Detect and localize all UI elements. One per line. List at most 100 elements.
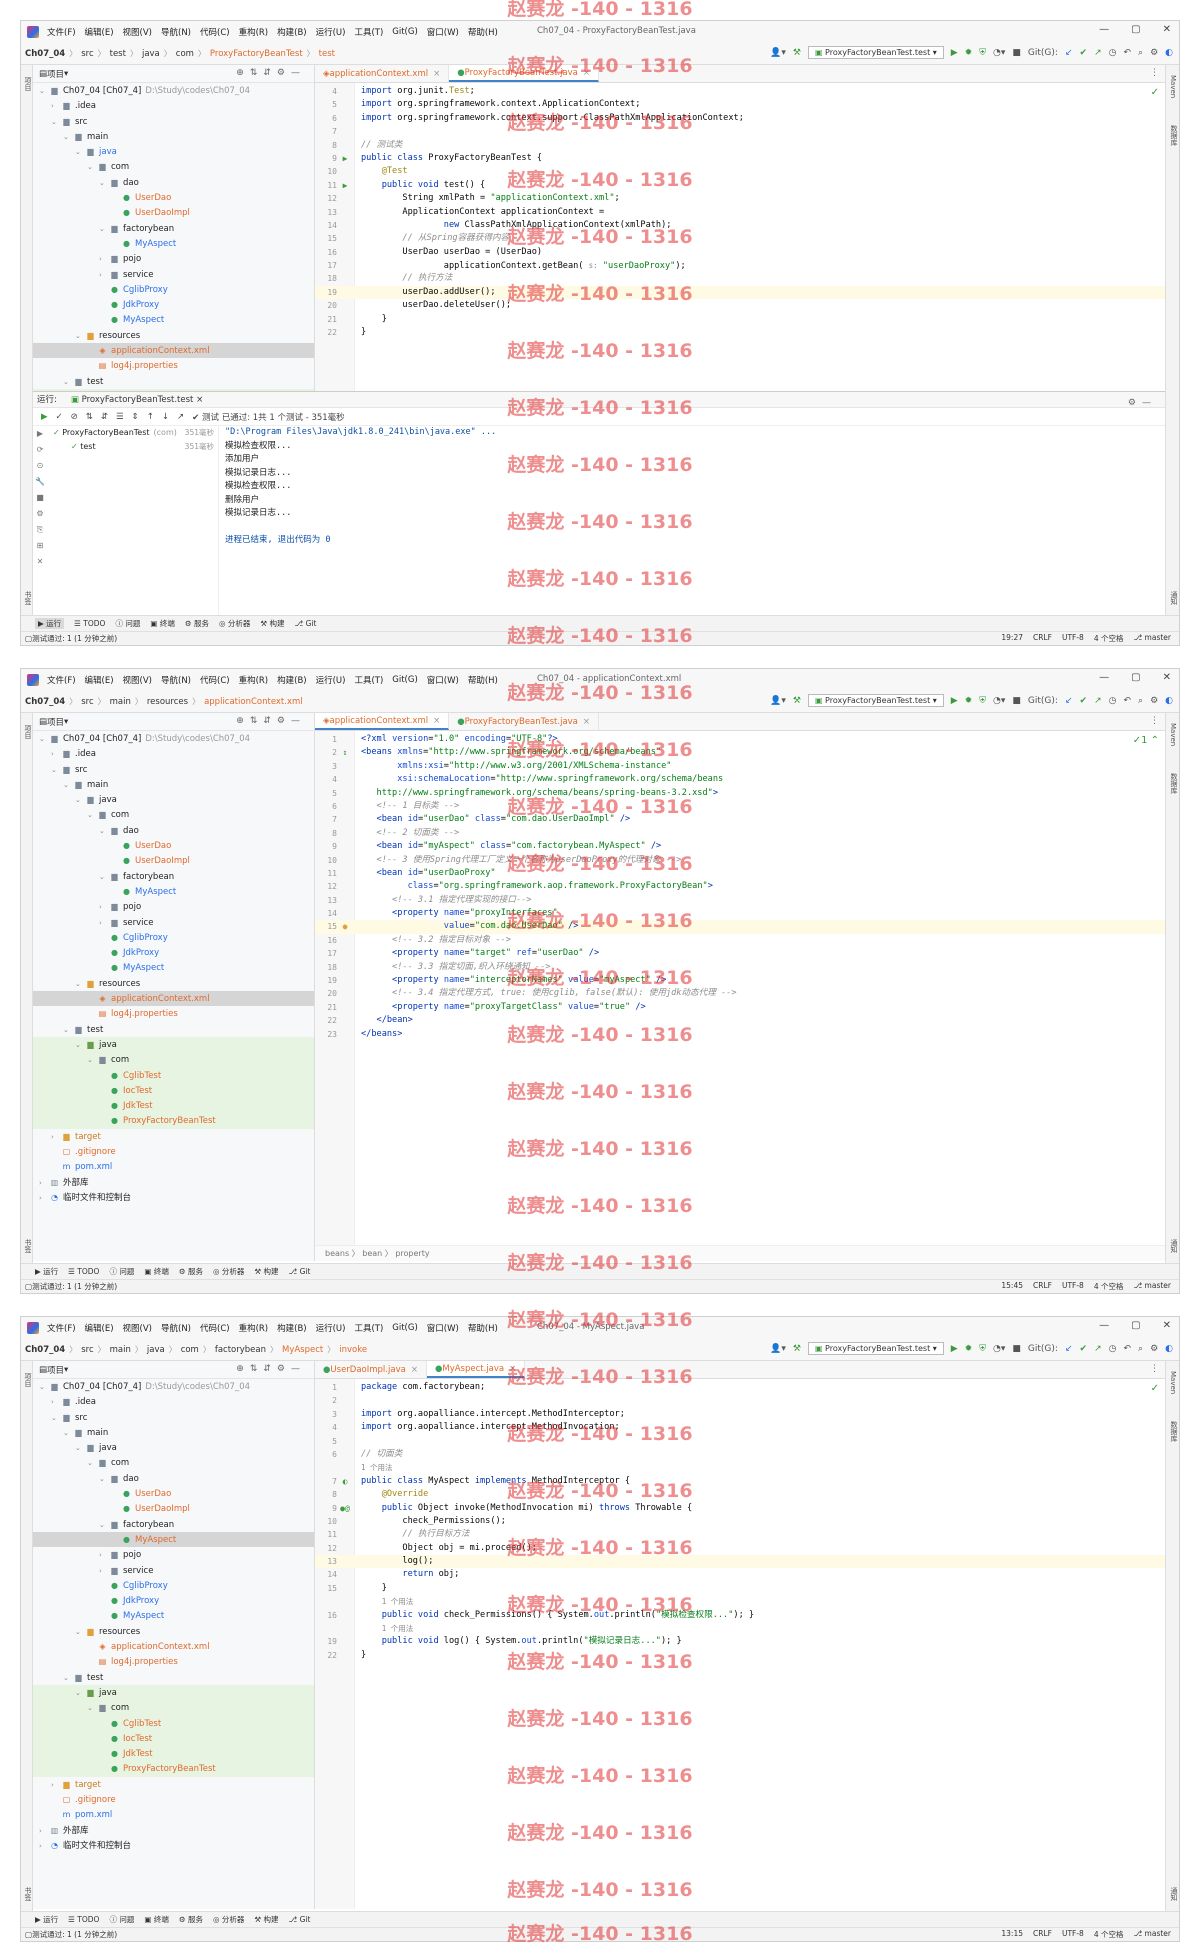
coverage-icon[interactable]: ⛨ — [979, 1344, 986, 1354]
rerun-failed-icon[interactable]: ▶ — [33, 426, 47, 442]
breadcrumb-item[interactable]: Ch07_04 — [25, 49, 65, 59]
code-line[interactable]: 3 import org.aopalliance.intercept.Method… — [315, 1408, 1165, 1421]
settings-icon[interactable]: ⚙ — [33, 506, 47, 522]
gutter-run-icon[interactable]: ↕ — [337, 746, 353, 759]
project-tool-tab[interactable]: 项目 — [23, 1373, 33, 1387]
code-line[interactable]: 15 ● value="com.dao.UserDao" /> — [315, 920, 1165, 934]
test-result-row[interactable]: ✓ test 351毫秒 — [49, 440, 218, 454]
tree-item[interactable]: › ▥ 外部库 — [33, 1823, 314, 1838]
tree-item[interactable]: › ▆ .idea — [33, 1394, 314, 1409]
code-line[interactable]: 15 } — [315, 1582, 1165, 1595]
breadcrumb-item[interactable]: src — [81, 697, 93, 707]
expanded-arrow-icon[interactable]: ⌄ — [87, 160, 97, 175]
expanded-arrow-icon[interactable]: ⌄ — [75, 1625, 85, 1640]
line-separator[interactable]: CRLF — [1033, 1281, 1052, 1292]
expanded-arrow-icon[interactable]: ⌄ — [99, 222, 109, 237]
tree-item[interactable]: ⌄ ▆ com — [33, 1700, 314, 1716]
expanded-arrow-icon[interactable]: ⌄ — [99, 176, 109, 191]
code-line[interactable]: 14 new ClassPathXmlApplicationContext(xm… — [315, 219, 1165, 232]
code-line[interactable]: 13 log(); — [315, 1555, 1165, 1569]
breadcrumb-item[interactable]: test — [319, 49, 335, 59]
menu-item-11[interactable]: 帮助(H) — [468, 1322, 498, 1334]
close-icon[interactable]: ✕ — [1163, 1320, 1171, 1331]
run-icon[interactable]: ▶ — [951, 48, 958, 58]
minimize-icon[interactable]: — — [1099, 24, 1109, 35]
menu-item-2[interactable]: 视图(V) — [123, 1322, 152, 1334]
menu-item-9[interactable]: Git(G) — [392, 675, 418, 685]
collapsed-arrow-icon[interactable]: › — [51, 747, 61, 762]
code-line[interactable]: 5 http://www.springframework.org/schema/… — [315, 787, 1165, 800]
tree-item[interactable]: ⌄ ▆ src — [33, 114, 314, 129]
code-line[interactable]: 13 <!-- 3.1 指定代理实现的接口--> — [315, 894, 1165, 907]
menu-item-7[interactable]: 运行(U) — [316, 26, 346, 38]
maven-tool-tab[interactable]: Maven — [1169, 723, 1177, 746]
tree-item[interactable]: ⌄ ▆ dao — [33, 1471, 314, 1486]
tree-item[interactable]: ● UserDaoImpl — [33, 853, 314, 868]
tree-item[interactable]: › ▆ .idea — [33, 746, 314, 761]
tree-item[interactable]: ● UserDao — [33, 838, 314, 853]
view-dropdown-icon[interactable]: ▾ — [64, 717, 68, 727]
menu-item-3[interactable]: 导航(N) — [161, 674, 191, 686]
menu-item-4[interactable]: 代码(C) — [200, 674, 230, 686]
code-line[interactable]: 6 // 切面类 — [315, 1448, 1165, 1461]
code-line[interactable]: 5 import org.springframework.context.Appl… — [315, 98, 1165, 111]
collapsed-arrow-icon[interactable]: › — [39, 1824, 49, 1839]
code-line[interactable]: 17 applicationContext.getBean( s: "userD… — [315, 259, 1165, 272]
expanded-arrow-icon[interactable]: ⌄ — [63, 778, 73, 793]
copy-icon[interactable]: ⎘ — [33, 522, 47, 538]
git-branch[interactable]: ⎇ master — [1134, 633, 1172, 644]
project-tool-tab[interactable]: 项目 — [23, 725, 33, 739]
sort-duration-icon[interactable]: ⇵ — [101, 412, 108, 422]
bottom-tab-4[interactable]: ⚙ 服务 — [185, 618, 209, 629]
tree-item[interactable]: ● IocTest — [33, 1082, 314, 1099]
code-line[interactable]: 7 — [315, 125, 1165, 138]
code-line[interactable]: 21 } — [315, 313, 1165, 326]
expanded-arrow-icon[interactable]: ⌄ — [99, 1472, 109, 1487]
breadcrumb-item[interactable]: java — [142, 49, 160, 59]
menu-item-6[interactable]: 构建(B) — [277, 1322, 306, 1334]
git-branch[interactable]: ⎇ master — [1134, 1929, 1172, 1940]
code-line[interactable]: 22 </bean> — [315, 1014, 1165, 1027]
search-icon[interactable]: ⌕ — [1138, 48, 1143, 58]
tree-item[interactable]: ⌄ ▆ com — [33, 807, 314, 822]
structure-tool-tab[interactable]: 书签 — [23, 1239, 33, 1253]
structure-tool-tab[interactable]: 书签 — [23, 1887, 33, 1901]
tree-item[interactable]: ⌄ ▆ com — [33, 1052, 314, 1068]
tree-item[interactable]: ● UserDaoImpl — [33, 205, 314, 220]
menu-item-10[interactable]: 窗口(W) — [427, 26, 459, 38]
build-hammer-icon[interactable]: ⚒ — [793, 48, 801, 58]
expanded-arrow-icon[interactable]: ⌄ — [63, 1671, 73, 1686]
tree-item[interactable]: ⌄▆ java — [33, 1036, 314, 1053]
expanded-arrow-icon[interactable]: ⌄ — [51, 1411, 61, 1426]
tree-item[interactable]: ● JdkTest — [33, 1746, 314, 1762]
code-line[interactable]: 11 <bean id="userDaoProxy" — [315, 867, 1165, 880]
bottom-tab-7[interactable]: ⎇ Git — [289, 1267, 311, 1276]
code-line[interactable]: 19 public void log() { System.out.printl… — [315, 1635, 1165, 1648]
tree-item[interactable]: ● CglibProxy — [33, 282, 314, 297]
code-line[interactable]: 16 UserDao userDao = (UserDao) — [315, 246, 1165, 259]
status-toggle-icon[interactable]: ▢ — [25, 1282, 32, 1291]
collapsed-arrow-icon[interactable]: › — [99, 1564, 109, 1579]
tree-item[interactable]: ⌄ ▆ Ch07_04 [Ch07_4] D:\Study\codes\Ch07_04 — [33, 731, 314, 746]
tree-item[interactable]: ⌄▆ java — [33, 792, 314, 807]
export-icon[interactable]: ↗ — [177, 412, 184, 422]
code-line[interactable]: 4 xsi:schemaLocation="http://www.springf… — [315, 773, 1165, 786]
git-push-icon[interactable]: ↗ — [1094, 696, 1102, 706]
settings-gear-icon[interactable]: ⚙ — [1150, 48, 1158, 58]
code-line[interactable]: 12 class="org.springframework.aop.framew… — [315, 880, 1165, 893]
tree-item[interactable]: ● JdkProxy — [33, 1593, 314, 1608]
intention-bulb-icon[interactable]: ● — [337, 920, 353, 933]
menu-item-10[interactable]: 窗口(W) — [427, 674, 459, 686]
layout-icon[interactable]: ⊞ — [33, 538, 47, 554]
expanded-arrow-icon[interactable]: ⌄ — [63, 1426, 73, 1441]
bottom-tab-1[interactable]: ☰ TODO — [68, 1267, 99, 1276]
code-line[interactable]: 9 ▶ public class ProxyFactoryBeanTest { — [315, 152, 1165, 165]
git-commit-icon[interactable]: ✔ — [1080, 48, 1088, 58]
git-rollback-icon[interactable]: ↶ — [1123, 1344, 1131, 1354]
show-ignored-icon[interactable]: ⊘ — [71, 412, 78, 422]
code-line[interactable]: 10 check_Permissions(); — [315, 1515, 1165, 1528]
git-history-icon[interactable]: ◷ — [1109, 1344, 1117, 1354]
status-toggle-icon[interactable]: ▢ — [25, 1930, 32, 1939]
prev-fail-icon[interactable]: ↑ — [147, 412, 154, 422]
code-line[interactable]: 18 // 执行方法 — [315, 272, 1165, 285]
